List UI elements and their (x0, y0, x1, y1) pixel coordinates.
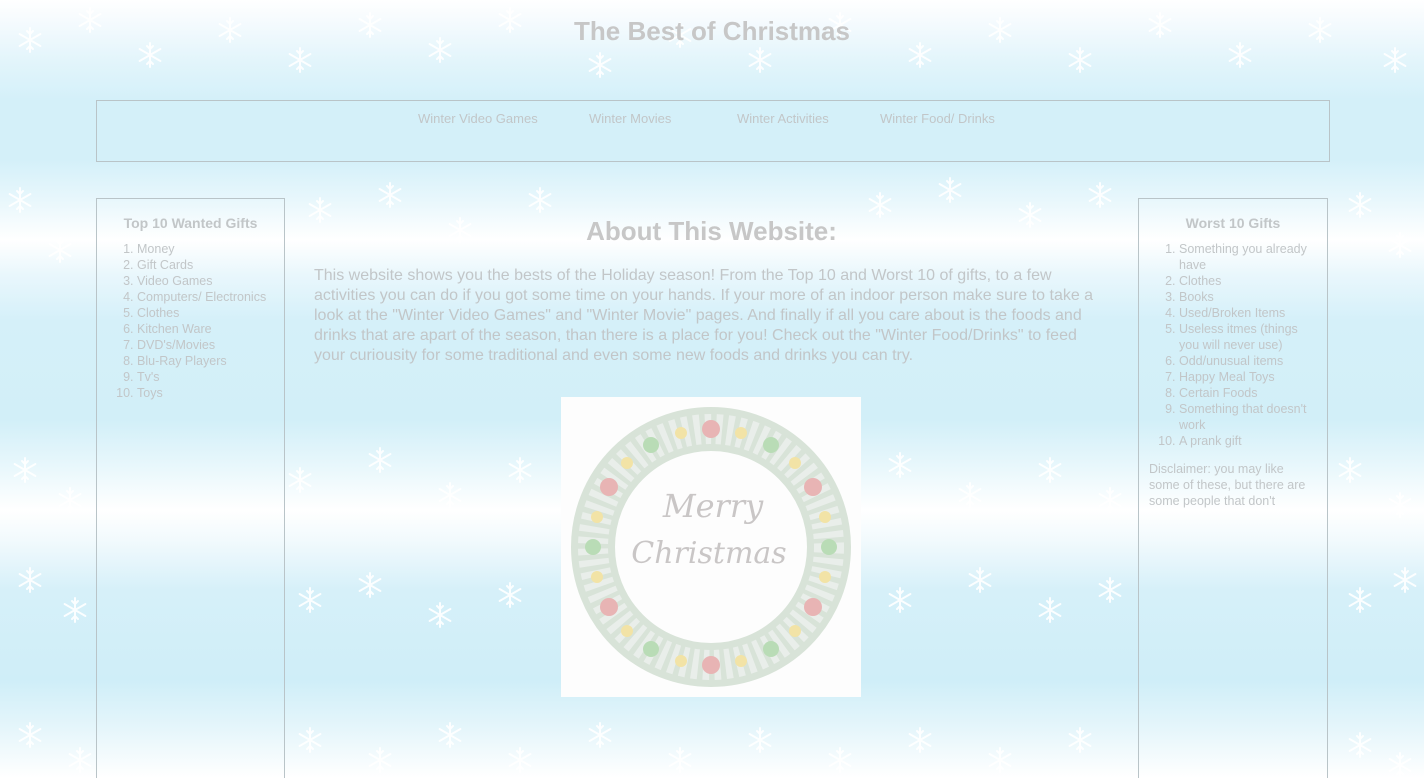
right-sidebar: Worst 10 Gifts Something you already hav… (1138, 198, 1328, 778)
list-item: Something that doesn't work (1179, 401, 1317, 433)
merry-christmas-wreath-image: Merry Christmas (561, 397, 861, 697)
list-item: Money (137, 241, 284, 257)
wreath-text-merry: Merry (662, 487, 764, 525)
list-item: Gift Cards (137, 257, 284, 273)
left-sidebar: Top 10 Wanted Gifts Money Gift Cards Vid… (96, 198, 285, 778)
list-item: Kitchen Ware (137, 321, 284, 337)
wanted-gifts-list: Money Gift Cards Video Games Computers/ … (97, 241, 284, 401)
list-item: Tv's (137, 369, 284, 385)
wreath-text-christmas: Christmas (631, 536, 786, 571)
nav-link-winter-activities[interactable]: Winter Activities (737, 111, 829, 126)
right-sidebar-heading: Worst 10 Gifts (1185, 215, 1281, 231)
nav-link-winter-movies[interactable]: Winter Movies (589, 111, 671, 126)
list-item: Blu-Ray Players (137, 353, 284, 369)
nav-link-winter-video-games[interactable]: Winter Video Games (418, 111, 538, 126)
list-item: Video Games (137, 273, 284, 289)
nav-bar: Winter Video Games Winter Movies Winter … (96, 100, 1330, 162)
list-item: Books (1179, 289, 1317, 305)
site-title: The Best of Christmas (574, 16, 850, 46)
list-item: Odd/unusual items (1179, 353, 1317, 369)
list-item: A prank gift (1179, 433, 1317, 449)
list-item: DVD's/Movies (137, 337, 284, 353)
list-item: Clothes (1179, 273, 1317, 289)
page-content: The Best of Christmas Winter Video Games… (0, 0, 1424, 778)
worst-gifts-list: Something you already have Clothes Books… (1139, 241, 1327, 449)
list-item: Toys (137, 385, 284, 401)
list-item: Used/Broken Items (1179, 305, 1317, 321)
list-item: Happy Meal Toys (1179, 369, 1317, 385)
list-item: Certain Foods (1179, 385, 1317, 401)
list-item: Useless itmes (things you will never use… (1179, 321, 1317, 353)
list-item: Clothes (137, 305, 284, 321)
list-item: Computers/ Electronics (137, 289, 284, 305)
nav-link-winter-food-drinks[interactable]: Winter Food/ Drinks (880, 111, 995, 126)
list-item: Something you already have (1179, 241, 1317, 273)
about-heading: About This Website: (586, 216, 837, 246)
disclaimer-text: Disclaimer: you may like some of these, … (1149, 462, 1306, 508)
left-sidebar-heading: Top 10 Wanted Gifts (123, 215, 258, 231)
about-paragraph: This website shows you the bests of the … (314, 267, 1094, 364)
